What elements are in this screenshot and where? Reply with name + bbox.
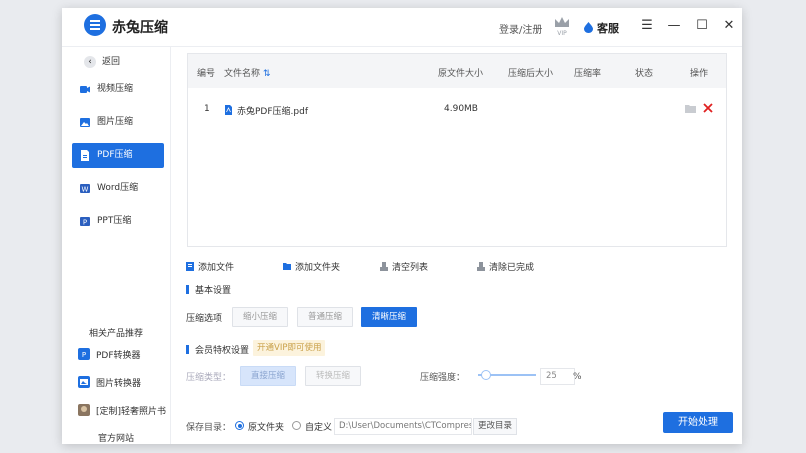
header-actions: 操作 xyxy=(690,69,709,79)
svg-text:P: P xyxy=(82,351,86,359)
back-label: 返回 xyxy=(102,57,121,67)
ppt-icon: P xyxy=(80,217,90,227)
word-icon: W xyxy=(80,184,90,194)
clear-list-icon xyxy=(380,262,388,271)
recommend-title: 相关产品推荐 xyxy=(88,329,143,339)
sidebar-item-ppt[interactable]: P PPT压缩 xyxy=(72,209,164,234)
radio-custom-folder[interactable] xyxy=(292,421,301,430)
save-path-input[interactable]: D:\User\Documents\CTCompres xyxy=(334,418,472,435)
option-shrink-button[interactable]: 缩小压缩 xyxy=(232,307,288,327)
clear-list-label: 清空列表 xyxy=(392,263,429,273)
pdf-file-icon xyxy=(225,105,232,115)
row-index: 1 xyxy=(204,104,210,114)
app-title: 赤兔压缩 xyxy=(112,20,168,36)
svg-text:W: W xyxy=(82,186,89,194)
service-icon[interactable] xyxy=(584,22,593,33)
sidebar-item-label: PPT压缩 xyxy=(97,216,132,226)
image-converter-icon xyxy=(78,376,90,388)
basic-settings-label: 基本设置 xyxy=(195,286,232,296)
vip-crown-icon[interactable]: VIP xyxy=(552,15,572,37)
clear-done-icon xyxy=(477,262,485,271)
sidebar-item-label: 视频压缩 xyxy=(97,84,134,94)
original-folder-label: 原文件夹 xyxy=(248,423,285,433)
strength-slider-handle[interactable] xyxy=(481,370,491,380)
table-header: 编号 文件名称 ⇅ 原文件大小 压缩后大小 压缩率 状态 操作 xyxy=(188,54,726,88)
clear-list-button[interactable]: 清空列表 xyxy=(380,260,428,273)
header-ratio: 压缩率 xyxy=(574,69,602,79)
header-status: 状态 xyxy=(635,69,654,79)
header-filename[interactable]: 文件名称 ⇅ xyxy=(224,66,271,79)
menu-icon[interactable]: ☰ xyxy=(639,18,655,34)
sidebar-item-image[interactable]: 图片压缩 xyxy=(72,110,164,135)
vip-settings-title: 会员特权设置 xyxy=(186,343,249,356)
maximize-icon[interactable]: ☐ xyxy=(694,18,710,34)
recommend-label: 图片转换器 xyxy=(96,379,142,389)
basic-settings-title: 基本设置 xyxy=(186,283,231,296)
type-direct-button[interactable]: 直接压缩 xyxy=(240,366,296,386)
vip-settings-label: 会员特权设置 xyxy=(195,346,250,356)
video-icon xyxy=(80,86,90,93)
pdf-converter-icon: P xyxy=(78,348,90,360)
row-filename-text: 赤兔PDF压缩.pdf xyxy=(237,107,308,117)
sidebar-item-video[interactable]: 视频压缩 xyxy=(72,77,164,102)
file-table: 编号 文件名称 ⇅ 原文件大小 压缩后大小 压缩率 状态 操作 1 赤兔PDF压缩… xyxy=(187,53,727,247)
compress-option-label: 压缩选项 xyxy=(186,314,223,324)
photobook-icon xyxy=(78,404,90,416)
clear-done-button[interactable]: 清除已完成 xyxy=(477,260,534,273)
radio-original-folder[interactable] xyxy=(235,421,244,430)
add-file-icon xyxy=(186,262,194,271)
header-comp-size: 压缩后大小 xyxy=(508,69,554,79)
sidebar-item-label: 图片压缩 xyxy=(97,117,134,127)
start-process-button[interactable]: 开始处理 xyxy=(663,412,733,433)
header-filename-label: 文件名称 xyxy=(224,69,261,79)
sidebar-item-word[interactable]: W Word压缩 xyxy=(72,176,164,201)
sort-icon[interactable]: ⇅ xyxy=(263,69,271,79)
recommend-label: PDF转换器 xyxy=(96,351,141,361)
app-window: 赤兔压缩 登录/注册 VIP 客服 ☰ — ☐ ✕ ‹ 返回 视频压缩 图片压缩 … xyxy=(62,8,742,444)
sidebar-item-label: Word压缩 xyxy=(97,183,139,193)
recommend-label: [定制]轻奢照片书 xyxy=(96,407,167,417)
delete-icon[interactable] xyxy=(703,103,713,113)
back-button[interactable]: ‹ 返回 xyxy=(84,54,120,68)
image-icon xyxy=(80,118,90,127)
service-button[interactable]: 客服 xyxy=(597,20,619,36)
add-folder-button[interactable]: 添加文件夹 xyxy=(283,260,340,273)
add-file-button[interactable]: 添加文件 xyxy=(186,260,234,273)
add-folder-icon xyxy=(283,263,291,270)
minimize-icon[interactable]: — xyxy=(666,18,682,34)
strength-unit: % xyxy=(573,372,582,382)
strength-label: 压缩强度： xyxy=(420,373,466,383)
close-icon[interactable]: ✕ xyxy=(721,18,737,34)
header-index: 编号 xyxy=(197,69,216,79)
sidebar-item-label: PDF压缩 xyxy=(97,150,133,160)
sidebar: ‹ 返回 视频压缩 图片压缩 PDF压缩 W Word压缩 P PPT压缩 相关产… xyxy=(62,46,171,444)
header-orig-size: 原文件大小 xyxy=(438,69,484,79)
strength-input[interactable]: 25 xyxy=(540,368,575,385)
save-dir-label: 保存目录： xyxy=(186,423,232,433)
chevron-left-icon: ‹ xyxy=(84,56,96,68)
login-register-link[interactable]: 登录/注册 xyxy=(499,21,542,36)
option-normal-button[interactable]: 普通压缩 xyxy=(297,307,353,327)
clear-done-label: 清除已完成 xyxy=(489,263,535,273)
row-orig-size: 4.90MB xyxy=(444,104,478,114)
option-clear-button[interactable]: 清晰压缩 xyxy=(361,307,417,327)
sidebar-item-pdf[interactable]: PDF压缩 xyxy=(72,143,164,168)
row-filename: 赤兔PDF压缩.pdf xyxy=(224,104,308,117)
custom-folder-label: 自定义 xyxy=(305,423,333,433)
add-folder-label: 添加文件夹 xyxy=(295,263,341,273)
svg-text:P: P xyxy=(83,219,87,227)
pdf-icon xyxy=(81,150,89,161)
title-bar: 赤兔压缩 登录/注册 VIP 客服 ☰ — ☐ ✕ xyxy=(62,8,742,47)
vip-tag-badge[interactable]: 开通VIP即可使用 xyxy=(253,340,326,356)
type-convert-button[interactable]: 转换压缩 xyxy=(305,366,361,386)
change-dir-button[interactable]: 更改目录 xyxy=(473,418,517,435)
folder-icon[interactable] xyxy=(685,104,696,113)
vip-badge-text: VIP xyxy=(557,30,567,37)
compress-type-label: 压缩类型： xyxy=(186,373,232,383)
app-logo-icon xyxy=(84,14,106,36)
official-site-link[interactable]: 官方网站 xyxy=(62,431,170,444)
add-file-label: 添加文件 xyxy=(198,263,235,273)
